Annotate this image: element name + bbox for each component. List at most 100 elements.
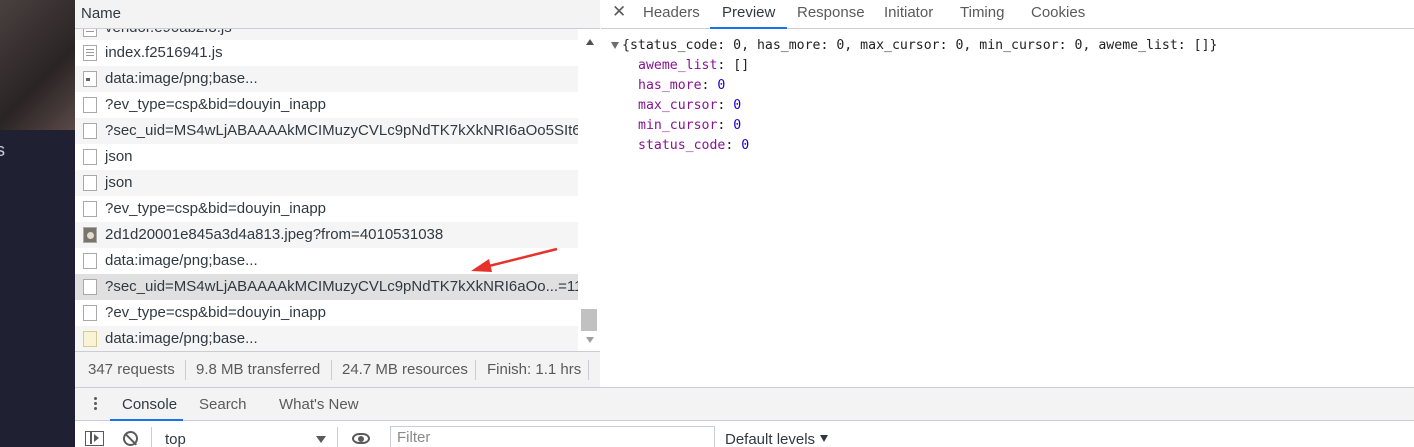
request-name: data:image/png;base... [105,252,258,269]
request-row[interactable]: ?ev_type=csp&bid=douyin_inapp [75,300,578,326]
expand-triangle-icon[interactable] [611,42,619,49]
finish-time: Finish: 1.1 hrs [487,361,582,378]
request-row[interactable]: ?ev_type=csp&bid=douyin_inapp [75,196,578,222]
json-property-line[interactable]: status_code: 0 [611,136,749,156]
request-name: vendor.e90ab2f8.js [105,29,232,35]
request-name: json [105,174,133,191]
more-options-icon[interactable] [94,397,97,400]
show-sidebar-icon[interactable] [85,431,104,446]
file-jpeg-icon [83,227,97,243]
file-doc-icon [83,175,97,191]
file-doc-icon [83,201,97,217]
scroll-up-arrow-icon[interactable] [586,39,594,45]
json-key: min_cursor [638,118,718,133]
status-divider [331,360,332,380]
json-property: max_cursor: 0 [638,96,741,116]
json-colon: : [701,78,718,93]
request-name: ?ev_type=csp&bid=douyin_inapp [105,200,327,217]
transferred-size: 9.8 MB transferred [196,361,321,378]
toolbar-divider [151,427,152,447]
request-name: ?ev_type=csp&bid=douyin_inapp [105,304,327,321]
file-doc-icon [83,279,97,295]
request-name: json [105,148,133,165]
chevron-down-icon[interactable] [820,435,828,442]
toolbar-divider [337,427,338,447]
tab-headers[interactable]: Headers [643,0,700,29]
request-name: index.f2516941.js [105,44,223,61]
json-colon: : [717,98,734,113]
tab-console[interactable]: Console [122,396,177,413]
arrow-shaft [484,247,558,269]
request-row[interactable]: index.f2516941.js [75,40,578,66]
json-value: 0 [717,78,726,93]
request-row[interactable]: json [75,144,578,170]
status-divider [185,360,186,380]
background-photo [0,0,75,130]
json-colon: : [725,138,742,153]
file-doc-icon [83,305,97,321]
network-status-bar: 347 requests 9.8 MB transferred 24.7 MB … [75,351,600,387]
request-name: ?sec_uid=MS4wLjABAAAAkMCIMuzyCVLc9pNdTK7… [105,122,578,139]
console-drawer: Console Search What's New top Default le… [75,387,1414,447]
tab-response[interactable]: Response [797,0,865,29]
red-annotation-arrow [471,247,558,272]
scroll-thumb[interactable] [581,309,597,331]
name-column-header[interactable]: Name [75,0,600,29]
tab-whats-new[interactable]: What's New [279,396,359,413]
status-divider [475,360,476,380]
background-glyph: s [0,140,5,160]
request-name: data:image/png;base... [105,330,258,347]
request-list: vendor.e90ab2f8.js index.f2516941.js data:… [75,29,578,351]
json-property: status_code: 0 [638,136,749,156]
json-property: aweme_list: [] [638,56,749,76]
context-selector[interactable]: top [165,431,186,447]
json-value: 0 [733,118,742,133]
tab-preview[interactable]: Preview [710,0,788,29]
json-property-line[interactable]: max_cursor: 0 [611,96,741,116]
request-row[interactable]: data:image/png;base... [75,326,578,351]
live-expression-eye-icon[interactable] [352,433,370,444]
file-png-yellow-icon [83,331,97,347]
json-property-line[interactable]: has_more: 0 [611,76,725,96]
console-filter-input[interactable] [390,426,715,447]
json-preview-tree: {status_code: 0, has_more: 0, max_cursor… [611,36,1217,156]
json-summary: {status_code: 0, has_more: 0, max_cursor… [622,38,1218,53]
log-levels-dropdown[interactable]: Default levels [725,431,815,447]
chevron-down-icon[interactable] [316,436,326,443]
file-js-icon [83,45,97,61]
json-value: 0 [741,138,750,153]
tab-cookies[interactable]: Cookies [1031,0,1085,29]
request-row[interactable]: json [75,170,578,196]
request-row[interactable]: ?sec_uid=MS4wLjABAAAAkMCIMuzyCVLc9pNdTK7… [75,118,578,144]
scroll-down-arrow-icon[interactable] [586,337,594,343]
tab-initiator[interactable]: Initiator [884,0,933,29]
resources-size: 24.7 MB resources [342,361,468,378]
close-icon[interactable]: ✕ [612,2,626,22]
json-property: min_cursor: 0 [638,116,741,136]
json-key: aweme_list [638,58,718,73]
preview-panel: ✕ Headers Preview Response Initiator Timing C… [601,0,1414,387]
request-row[interactable]: ?ev_type=csp&bid=douyin_inapp [75,92,578,118]
tab-search[interactable]: Search [199,396,247,413]
name-column-label: Name [81,5,122,22]
json-colon: : [717,58,734,73]
file-doc-icon [83,97,97,113]
json-root-line[interactable]: {status_code: 0, has_more: 0, max_cursor… [611,36,1217,56]
clear-console-icon[interactable] [123,431,138,446]
json-value: [] [733,58,750,73]
request-row[interactable]: vendor.e90ab2f8.js [75,29,578,40]
request-row[interactable]: data:image/png;base... [75,66,578,92]
request-name: ?ev_type=csp&bid=douyin_inapp [105,96,327,113]
json-key: has_more [638,78,702,93]
file-js-icon [83,29,97,37]
request-list-scrollbar[interactable] [578,29,600,351]
file-doc-icon [83,123,97,139]
json-property-line[interactable]: aweme_list: [] [611,56,749,76]
json-property-line[interactable]: min_cursor: 0 [611,116,741,136]
request-name: data:image/png;base... [105,70,258,87]
file-img-icon [83,71,97,87]
json-property: has_more: 0 [638,76,725,96]
json-key: max_cursor [638,98,718,113]
tab-timing[interactable]: Timing [960,0,1004,29]
json-colon: : [717,118,734,133]
